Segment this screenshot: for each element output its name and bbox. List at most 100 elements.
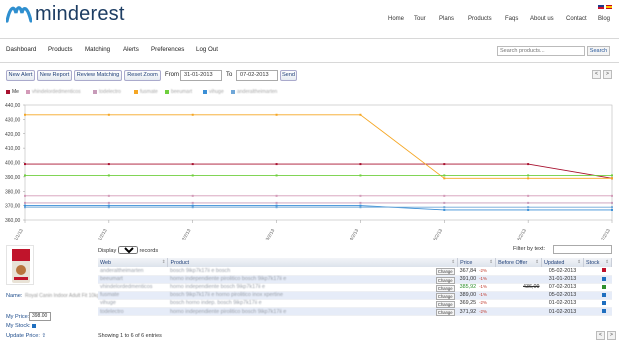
x-tick-label: 7/2/13: [600, 228, 611, 240]
legend-label: fusmate: [140, 89, 158, 95]
nav-faqs[interactable]: Faqs: [505, 16, 518, 22]
product-name-value: Royal Canin Indoor Adult Fit 10kg: [25, 293, 100, 299]
nav-contact[interactable]: Contact: [566, 16, 587, 22]
nav-products[interactable]: Products: [468, 16, 492, 22]
send-button[interactable]: Send: [280, 70, 297, 81]
legend-item[interactable]: vhindelordedmenticos: [26, 89, 81, 95]
web-cell: vhindelordedmenticos: [98, 283, 168, 292]
data-point: [24, 206, 26, 209]
update-price-icon[interactable]: ⇪: [41, 333, 46, 339]
nav-blog[interactable]: Blog: [598, 16, 610, 22]
header-stock[interactable]: Stock ⇕: [583, 258, 613, 267]
product-cell[interactable]: horno independiente bosch 9ikp7k17ii e Ch…: [167, 283, 458, 292]
data-point: [107, 163, 110, 166]
product-name-row: Name:: [6, 293, 22, 299]
product-cell[interactable]: bosch 9ikp7k17ii e bosch Change: [167, 267, 458, 276]
filter-input[interactable]: [553, 245, 612, 254]
data-point: [443, 206, 446, 209]
header-web[interactable]: Web ⇕: [98, 258, 169, 267]
data-point: [359, 163, 362, 166]
product-cell[interactable]: horno independiente pirolitico bosch 9ik…: [167, 307, 458, 317]
legend-label: vhindelordedmenticos: [32, 89, 81, 95]
to-label: To: [226, 72, 233, 78]
legend-swatch: [165, 89, 169, 94]
display-records: Display 15 records: [98, 246, 158, 254]
data-point: [611, 174, 613, 177]
table-next-button[interactable]: >: [607, 331, 616, 340]
header-before-offer[interactable]: Before Offer ⇕: [495, 258, 543, 267]
legend-item[interactable]: beeumart: [165, 89, 192, 95]
legend-swatch: [6, 89, 10, 94]
data-point: [24, 174, 26, 177]
updated-cell: 01-02-2013: [541, 299, 584, 308]
change-button[interactable]: Change: [435, 268, 455, 275]
update-price-row: Update Price: ⇪: [6, 333, 46, 339]
search-button[interactable]: Search: [587, 46, 610, 56]
stock-cell: [583, 275, 612, 284]
y-tick-label: 440,00: [5, 103, 21, 109]
records-per-page-select[interactable]: 15: [117, 246, 138, 254]
menu-alerts[interactable]: Alerts: [123, 46, 139, 53]
table-prev-button[interactable]: <: [596, 331, 605, 340]
legend-item[interactable]: todelectro: [93, 89, 121, 95]
price-cell: 371,92 -2%: [457, 307, 496, 317]
data-point: [191, 201, 194, 204]
price-history-chart[interactable]: 440,00 430,00 420,00 410,00 400,00 390,00 380,…: [0, 100, 619, 240]
data-point: [275, 206, 278, 209]
from-label: From: [165, 72, 179, 78]
header-price[interactable]: Price ⇕: [457, 258, 497, 267]
menu-log-out[interactable]: Log Out: [196, 46, 218, 53]
data-point: [275, 201, 278, 204]
reset-zoom-button[interactable]: Reset Zoom: [124, 70, 161, 81]
menu-divider: [0, 62, 619, 63]
price-cell: 369,25 -2%: [457, 299, 496, 308]
menu-matching[interactable]: Matching: [85, 46, 110, 53]
header-updated[interactable]: Updated ⇕: [541, 258, 584, 267]
x-tick-label: 2/2/13: [181, 228, 192, 240]
spanish-flag-icon[interactable]: [606, 5, 612, 9]
legend-item[interactable]: Me: [6, 89, 19, 95]
search-input[interactable]: [497, 46, 585, 56]
menu-preferences[interactable]: Preferences: [151, 46, 184, 53]
y-tick-label: 360,00: [5, 218, 21, 224]
y-tick-label: 400,00: [5, 161, 21, 167]
sort-icon: ⇕: [535, 259, 540, 264]
y-tick-label: 420,00: [5, 132, 21, 138]
review-matching-button[interactable]: Review Matching: [74, 70, 122, 81]
nav-about-us[interactable]: About us: [530, 16, 554, 22]
product-cell[interactable]: bosch 9ikp7k17ii e horno pirolitico inox…: [167, 291, 458, 300]
menu-dashboard[interactable]: Dashboard: [6, 46, 36, 53]
from-date-input[interactable]: 31-01-2013: [180, 70, 222, 81]
updated-cell: 31-01-2013: [541, 275, 584, 284]
product-cell[interactable]: horno independiente pirolitico bosch 9ik…: [167, 275, 458, 284]
change-button[interactable]: Change: [435, 308, 455, 316]
new-alert-button[interactable]: New Alert: [6, 70, 35, 81]
to-date-input[interactable]: 07-02-2013: [236, 70, 278, 81]
nav-plans[interactable]: Plans: [439, 16, 454, 22]
nav-tour[interactable]: Tour: [414, 16, 426, 22]
legend-item[interactable]: anderaltheimarten: [231, 89, 277, 95]
legend-item[interactable]: fusmate: [134, 89, 158, 95]
logo[interactable]: minderest: [6, 3, 176, 25]
stock-indicator: [601, 301, 606, 305]
nav-home[interactable]: Home: [388, 16, 404, 22]
data-point: [611, 194, 613, 197]
my-price-input[interactable]: 398.00: [29, 312, 51, 321]
x-tick-label: 1/2/13: [97, 228, 108, 240]
new-report-button[interactable]: New Report: [37, 70, 72, 81]
chart-next-button[interactable]: >: [603, 70, 612, 79]
legend-item[interactable]: vihuge: [203, 89, 224, 95]
product-cell[interactable]: bosch horno indep. bosch 9ikp7k17ii e Cha…: [167, 299, 458, 308]
legend-swatch: [26, 89, 30, 94]
data-point: [24, 113, 26, 116]
chart-prev-button[interactable]: <: [592, 70, 601, 79]
stock-indicator: [601, 276, 606, 281]
menu-products[interactable]: Products: [48, 46, 72, 53]
english-flag-icon[interactable]: [598, 5, 604, 9]
header-product[interactable]: Product ⇕: [167, 258, 459, 267]
data-point: [527, 194, 530, 197]
data-point: [191, 163, 194, 166]
data-point: [527, 201, 530, 204]
updated-cell: 05-02-2013: [541, 291, 584, 300]
showing-entries: Showing 1 to 6 of 6 entries: [98, 333, 162, 339]
